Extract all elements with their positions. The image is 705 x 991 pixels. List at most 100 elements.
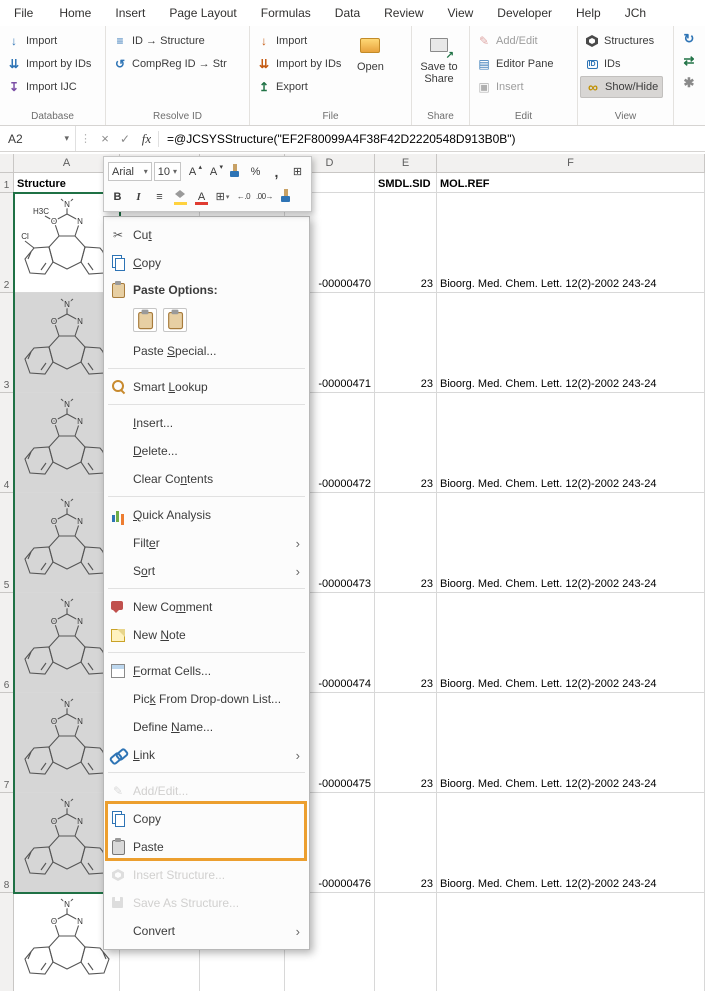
grow-font-button[interactable]: A (183, 162, 202, 181)
format-as-table-button[interactable]: ⊞ (288, 162, 307, 181)
menu-item-insert[interactable]: Insert... (104, 409, 309, 437)
cell-F7[interactable]: Bioorg. Med. Chem. Lett. 12(2)-2002 243-… (437, 693, 705, 793)
cell-F5[interactable]: Bioorg. Med. Chem. Lett. 12(2)-2002 243-… (437, 493, 705, 593)
cell-F2[interactable]: Bioorg. Med. Chem. Lett. 12(2)-2002 243-… (437, 193, 705, 293)
ribbon-button-compreg-id-str[interactable]: CompReg ID → Str (108, 53, 231, 75)
menu-item-pick-from-drop-down-list[interactable]: Pick From Drop-down List... (104, 685, 309, 713)
refresh-icon[interactable]: ↻ (680, 30, 698, 48)
ribbon-tab-jch[interactable]: JCh (613, 0, 658, 26)
ribbon-button-structures[interactable]: Structures (580, 30, 663, 52)
font-color-button[interactable]: A (192, 187, 211, 206)
menu-item-paste-special[interactable]: Paste Special... (104, 337, 309, 365)
cell-E1[interactable]: SMDL.SID (375, 173, 437, 193)
cell-F3[interactable]: Bioorg. Med. Chem. Lett. 12(2)-2002 243-… (437, 293, 705, 393)
cell-F6[interactable]: Bioorg. Med. Chem. Lett. 12(2)-2002 243-… (437, 593, 705, 693)
menu-item-new-comment[interactable]: New Comment (104, 593, 309, 621)
ribbon-button-id-structure[interactable]: ID → Structure (108, 30, 231, 52)
ribbon-button-ids[interactable]: IDs (580, 53, 663, 75)
ribbon-tab-review[interactable]: Review (372, 0, 435, 26)
ribbon-button-import-ijc[interactable]: Import IJC (2, 76, 95, 98)
increase-decimal-button[interactable]: ←.0 (234, 187, 253, 206)
menu-item-sort[interactable]: Sort› (104, 557, 309, 585)
name-box[interactable]: A2 ▾ (0, 126, 76, 151)
row-header-1[interactable]: 1 (0, 173, 14, 193)
column-header-F[interactable]: F (437, 154, 705, 173)
menu-item-convert[interactable]: Convert› (104, 917, 309, 945)
font-name-combo[interactable]: Arial▾ (108, 162, 152, 181)
menu-item-quick-analysis[interactable]: Quick Analysis (104, 501, 309, 529)
paste-option-keep-formatting[interactable] (133, 308, 157, 332)
cell-F1[interactable]: MOL.REF (437, 173, 705, 193)
paste-option-values[interactable] (163, 308, 187, 332)
cell-E9[interactable] (375, 893, 437, 991)
ribbon-button-editor-pane[interactable]: Editor Pane (472, 53, 557, 75)
ribbon-button-import[interactable]: Import (252, 30, 345, 52)
ribbon-button-export[interactable]: Export (252, 76, 345, 98)
font-size-combo[interactable]: 10▾ (154, 162, 181, 181)
select-all-corner[interactable] (0, 154, 14, 173)
menu-item-format-cells[interactable]: Format Cells... (104, 657, 309, 685)
cancel-icon[interactable]: × (95, 131, 115, 146)
ribbon-button-show-hide[interactable]: Show/Hide (580, 76, 663, 98)
settings-icon[interactable]: ✱ (680, 74, 698, 92)
fill-color-button[interactable] (171, 187, 190, 206)
row-header-6[interactable]: 6 (0, 593, 14, 693)
menu-item-jchem-paste[interactable]: Paste (104, 833, 309, 861)
menu-item-cut[interactable]: Cut (104, 221, 309, 249)
menu-item-copy[interactable]: Copy (104, 249, 309, 277)
menu-item-smart-lookup[interactable]: Smart Lookup (104, 373, 309, 401)
ribbon-button-open[interactable]: Open (345, 27, 395, 73)
cell-E5[interactable]: 23 (375, 493, 437, 593)
cell-F4[interactable]: Bioorg. Med. Chem. Lett. 12(2)-2002 243-… (437, 393, 705, 493)
ribbon-button-import[interactable]: Import (2, 30, 95, 52)
formula-bar-splitter-icon[interactable]: ⋮ (76, 132, 95, 145)
align-center-button[interactable]: ≡ (150, 187, 169, 206)
cell-E7[interactable]: 23 (375, 693, 437, 793)
comma-style-button[interactable]: , (267, 162, 286, 181)
ribbon-button-import-by-ids[interactable]: Import by IDs (252, 53, 345, 75)
row-header-4[interactable]: 4 (0, 393, 14, 493)
italic-button[interactable]: I (129, 187, 148, 206)
row-header-9[interactable] (0, 893, 14, 991)
cell-E3[interactable]: 23 (375, 293, 437, 393)
cell-E4[interactable]: 23 (375, 393, 437, 493)
ribbon-tab-developer[interactable]: Developer (485, 0, 564, 26)
row-header-7[interactable]: 7 (0, 693, 14, 793)
formula-input[interactable]: =@JCSYSStructure("EF2F80099A4F38F42D2220… (159, 132, 705, 146)
ribbon-tab-file[interactable]: File (0, 0, 47, 26)
row-header-8[interactable]: 8 (0, 793, 14, 893)
ribbon-tab-insert[interactable]: Insert (103, 0, 157, 26)
decrease-decimal-button[interactable]: .00→ (255, 187, 274, 206)
name-box-dropdown-icon[interactable]: ▾ (64, 133, 69, 144)
borders-button[interactable]: ⊞ (213, 187, 232, 206)
menu-item-filter[interactable]: Filter› (104, 529, 309, 557)
menu-item-paste-options[interactable]: Paste Options: (104, 277, 309, 303)
row-header-5[interactable]: 5 (0, 493, 14, 593)
ribbon-tab-help[interactable]: Help (564, 0, 613, 26)
row-header-2[interactable]: 2 (0, 193, 14, 293)
ribbon-tab-data[interactable]: Data (323, 0, 372, 26)
bold-button[interactable]: B (108, 187, 127, 206)
menu-item-new-note[interactable]: New Note (104, 621, 309, 649)
menu-item-jchem-copy[interactable]: Copy (104, 805, 309, 833)
enter-icon[interactable]: ✓ (115, 132, 135, 146)
sync-icon[interactable]: ⇄ (680, 52, 698, 70)
cell-E8[interactable]: 23 (375, 793, 437, 893)
menu-item-link[interactable]: Link› (104, 741, 309, 769)
insert-function-icon[interactable]: fx (135, 131, 159, 147)
cell-F8[interactable]: Bioorg. Med. Chem. Lett. 12(2)-2002 243-… (437, 793, 705, 893)
ribbon-tab-home[interactable]: Home (47, 0, 103, 26)
shrink-font-button[interactable]: A (204, 162, 223, 181)
ribbon-button-import-by-ids[interactable]: Import by IDs (2, 53, 95, 75)
ribbon-tab-view[interactable]: View (436, 0, 486, 26)
cell-E6[interactable]: 23 (375, 593, 437, 693)
cell-E2[interactable]: 23 (375, 193, 437, 293)
cell-F9[interactable] (437, 893, 705, 991)
format-painter-button[interactable] (225, 162, 244, 181)
row-header-3[interactable]: 3 (0, 293, 14, 393)
percent-style-button[interactable]: % (246, 162, 265, 181)
format-painter-small-button[interactable] (276, 187, 295, 206)
ribbon-tab-page-layout[interactable]: Page Layout (157, 0, 248, 26)
menu-item-delete[interactable]: Delete... (104, 437, 309, 465)
menu-item-define-name[interactable]: Define Name... (104, 713, 309, 741)
